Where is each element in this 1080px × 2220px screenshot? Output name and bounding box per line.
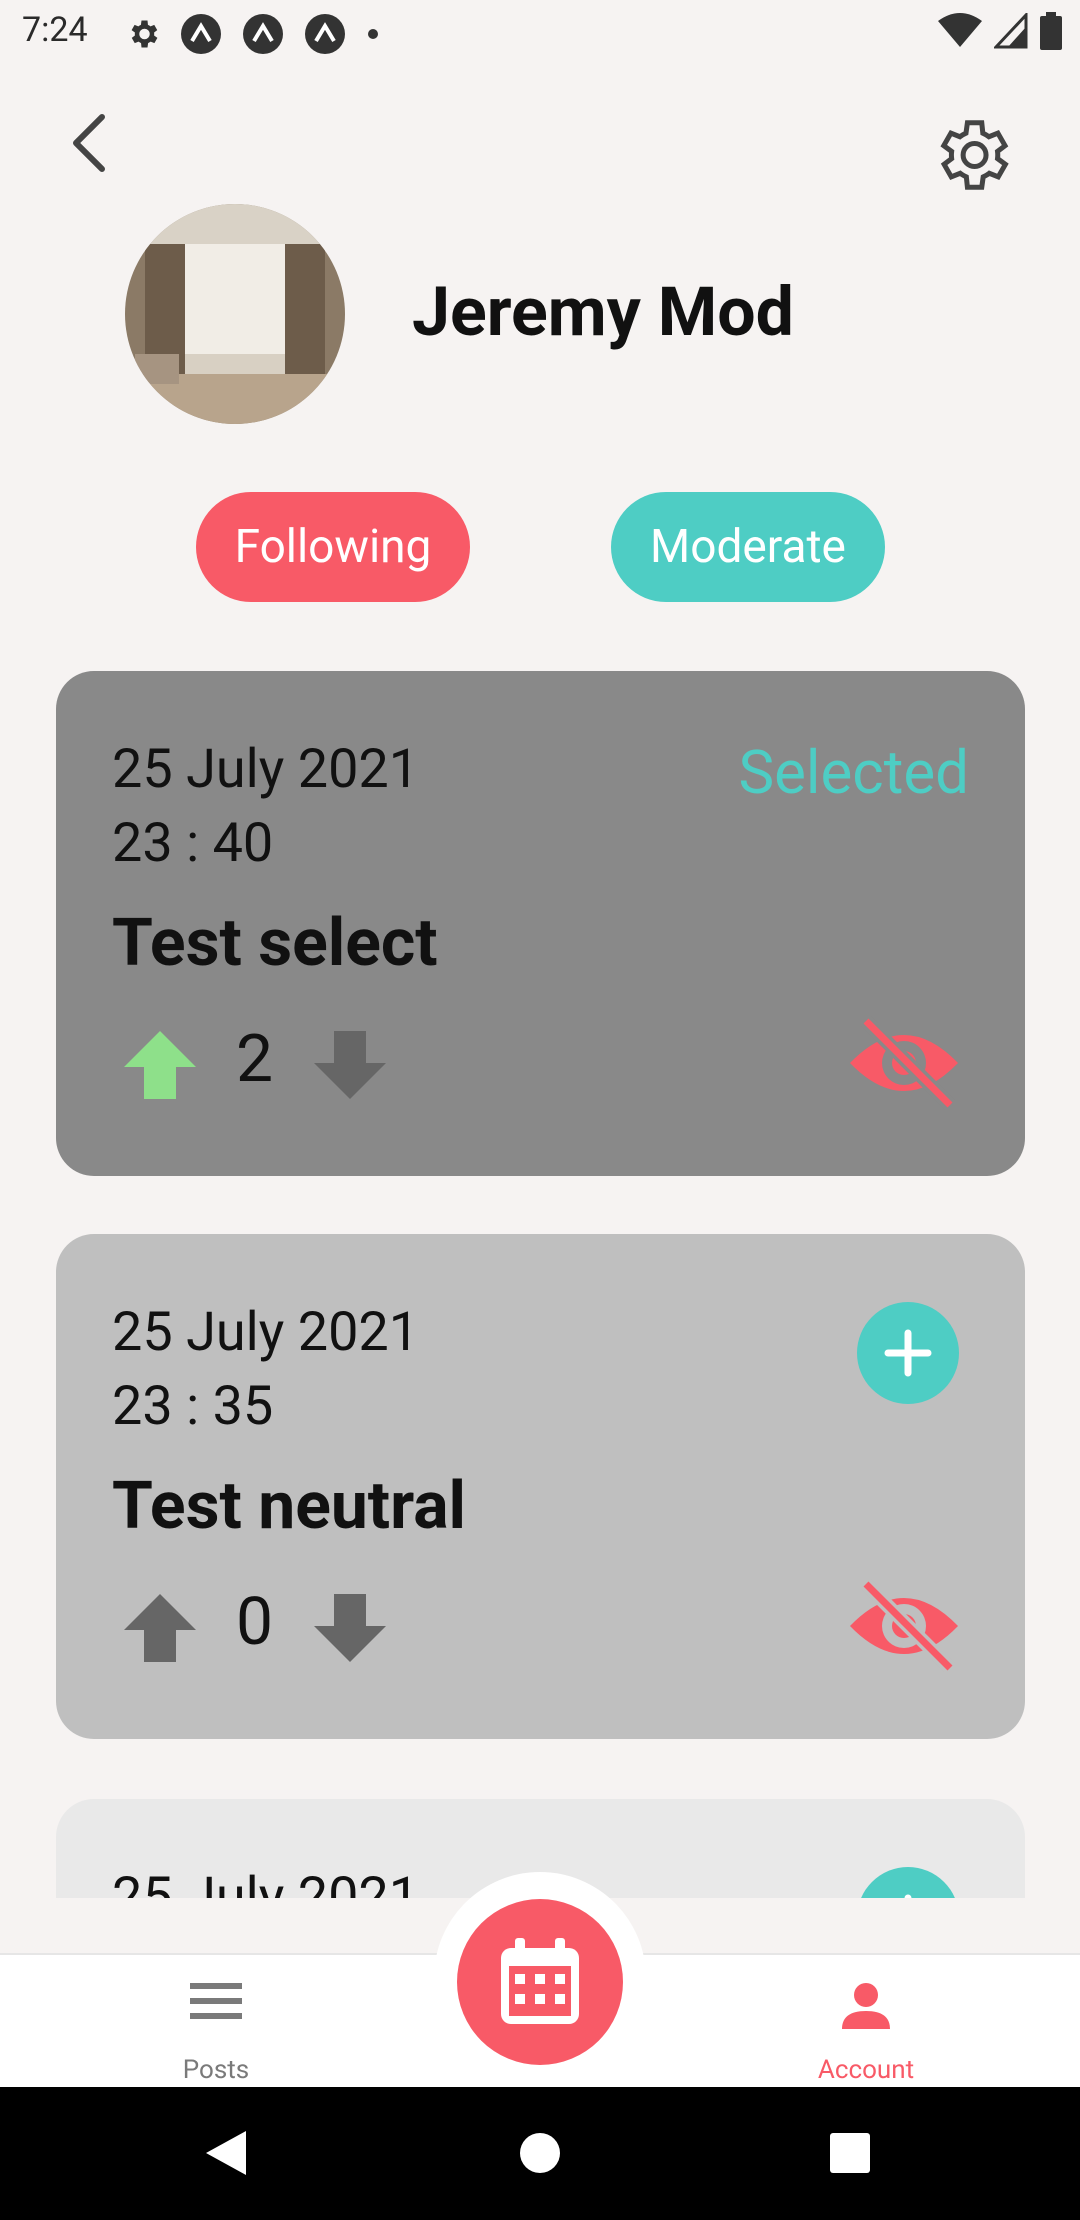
person-icon bbox=[842, 1983, 890, 2029]
back-button[interactable] bbox=[58, 108, 118, 178]
hide-post-button[interactable] bbox=[846, 1576, 962, 1676]
nav-account-label: Account bbox=[817, 2055, 915, 2085]
post-date: 25 July 2021 bbox=[112, 1301, 420, 1364]
arrow-down-icon bbox=[314, 1594, 386, 1662]
settings-button[interactable] bbox=[928, 112, 1014, 198]
post-title: Test select bbox=[112, 905, 438, 982]
eye-off-icon bbox=[850, 1579, 958, 1673]
notification-icons bbox=[125, 12, 381, 56]
selected-label: Selected bbox=[738, 737, 969, 808]
signal-icon bbox=[994, 13, 1028, 49]
avatar bbox=[125, 204, 345, 424]
select-post-button[interactable] bbox=[857, 1867, 959, 1898]
following-button[interactable]: Following bbox=[196, 492, 470, 602]
nav-posts[interactable]: Posts bbox=[86, 1955, 346, 2089]
arrow-up-icon bbox=[124, 1594, 196, 1662]
settings-icon bbox=[940, 120, 1009, 190]
status-bar: 7:24 bbox=[0, 0, 1080, 66]
calendar-icon bbox=[501, 1938, 579, 2024]
triangle-back-icon bbox=[206, 2131, 246, 2175]
moderate-button[interactable]: Moderate bbox=[611, 492, 885, 602]
square-recents-icon bbox=[830, 2133, 870, 2173]
post-list[interactable]: 25 July 2021 23 : 40 Selected Test selec… bbox=[0, 660, 1080, 1898]
upvote-button[interactable] bbox=[122, 1027, 198, 1103]
plus-icon bbox=[884, 1329, 932, 1377]
system-back-button[interactable] bbox=[196, 2123, 256, 2183]
post-card[interactable]: 25 July 2021 23 : 35 Test neutral 0 bbox=[56, 1234, 1025, 1739]
profile-name: Jeremy Mod bbox=[412, 272, 794, 352]
post-date: 25 July 2021 bbox=[112, 738, 420, 801]
arrow-down-icon bbox=[314, 1031, 386, 1099]
vote-count: 2 bbox=[236, 1021, 274, 1098]
system-recents-button[interactable] bbox=[820, 2123, 880, 2183]
app-notification-icon bbox=[243, 14, 283, 54]
battery-icon bbox=[1040, 12, 1062, 50]
system-navigation-bar bbox=[0, 2087, 1080, 2220]
system-status-icons bbox=[938, 12, 1062, 50]
status-time: 7:24 bbox=[22, 10, 88, 50]
eye-off-icon bbox=[850, 1016, 958, 1110]
post-time: 23 : 35 bbox=[112, 1375, 274, 1438]
downvote-button[interactable] bbox=[312, 1027, 388, 1103]
plus-icon bbox=[904, 1894, 912, 1898]
circle-home-icon bbox=[520, 2133, 560, 2173]
more-notifications-icon bbox=[368, 29, 378, 39]
vote-count: 0 bbox=[236, 1584, 274, 1661]
avatar-image bbox=[125, 204, 345, 424]
calendar-fab-button[interactable] bbox=[457, 1899, 623, 2065]
nav-account[interactable]: Account bbox=[736, 1955, 996, 2089]
post-card[interactable]: 25 July 2021 23 : 40 Selected Test selec… bbox=[56, 671, 1025, 1176]
select-post-button[interactable] bbox=[857, 1302, 959, 1404]
upvote-button[interactable] bbox=[122, 1590, 198, 1666]
settings-notification-icon bbox=[131, 20, 158, 48]
system-home-button[interactable] bbox=[510, 2123, 570, 2183]
post-time: 23 : 40 bbox=[112, 812, 274, 875]
hide-post-button[interactable] bbox=[846, 1013, 962, 1113]
app-notification-icon bbox=[181, 14, 221, 54]
post-title: Test neutral bbox=[112, 1468, 467, 1545]
wifi-icon bbox=[938, 13, 982, 47]
post-date: 25 July 2021 bbox=[112, 1866, 420, 1898]
nav-posts-label: Posts bbox=[182, 2055, 250, 2085]
arrow-up-icon bbox=[124, 1031, 196, 1099]
downvote-button[interactable] bbox=[312, 1590, 388, 1666]
menu-icon bbox=[190, 1983, 242, 2019]
back-arrow-icon bbox=[73, 114, 105, 172]
app-notification-icon bbox=[305, 14, 345, 54]
